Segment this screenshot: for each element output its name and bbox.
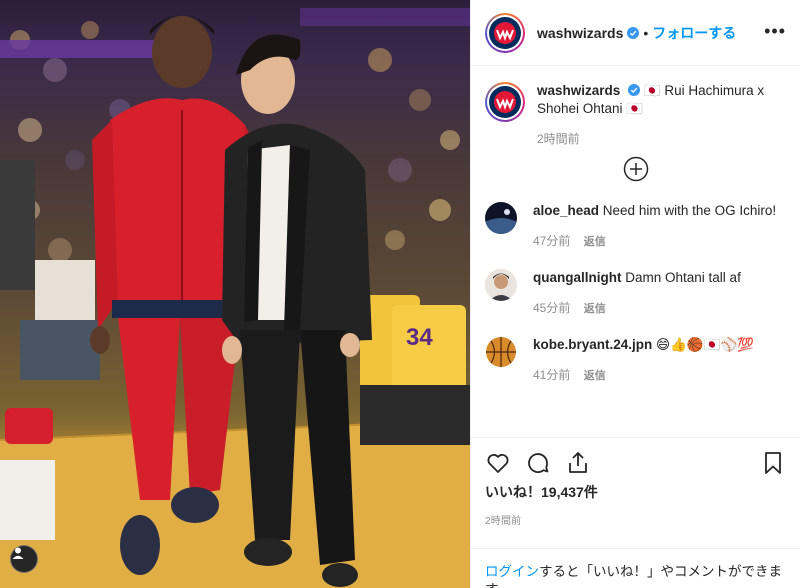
verified-badge-icon	[627, 26, 640, 39]
verified-badge-icon	[628, 84, 641, 96]
photo-illustration: 34	[0, 8, 470, 588]
caption-avatar[interactable]	[485, 82, 525, 122]
comments-list: washwizards 🇯🇵 Rui Hachimura x Shohei Oh…	[471, 66, 800, 437]
wizards-logo-icon	[489, 16, 521, 49]
comment-text: Need him with the OG Ichiro!	[602, 203, 777, 218]
commenter-username[interactable]: aloe_head	[533, 203, 599, 218]
comment-time[interactable]: 47分前	[533, 234, 570, 248]
wizards-logo-icon	[489, 86, 521, 118]
post-sidebar: washwizards • フォローする ••• washwizards 🇯🇵 …	[470, 0, 800, 588]
post-photo[interactable]: 34	[0, 0, 470, 588]
like-heart-icon[interactable]	[485, 450, 511, 476]
header-separator: •	[643, 24, 649, 41]
commenter-avatar[interactable]	[485, 202, 517, 234]
caption: washwizards 🇯🇵 Rui Hachimura x Shohei Oh…	[485, 82, 786, 148]
post-actions: いいね！19,437件 2時間前	[471, 437, 800, 548]
caption-username[interactable]: washwizards	[537, 83, 620, 98]
comment-bubble-icon[interactable]	[525, 450, 551, 476]
reply-button[interactable]: 返信	[584, 236, 606, 248]
share-icon[interactable]	[565, 450, 591, 476]
commenter-avatar[interactable]	[485, 336, 517, 368]
reply-button[interactable]: 返信	[584, 303, 606, 315]
more-options-icon[interactable]: •••	[764, 22, 786, 40]
comment-text: 😄👍🏀🇯🇵⚾💯	[656, 337, 755, 352]
bookmark-icon[interactable]	[760, 450, 786, 476]
commenter-username[interactable]: kobe.bryant.24.jpn	[533, 337, 652, 352]
reply-button[interactable]: 返信	[584, 370, 606, 382]
post-header: washwizards • フォローする •••	[471, 0, 800, 66]
load-more-comments-icon[interactable]	[623, 156, 649, 182]
author-avatar[interactable]	[485, 12, 525, 53]
follow-button[interactable]: フォローする	[652, 23, 736, 43]
login-link[interactable]: ログイン	[485, 564, 539, 579]
comment-time[interactable]: 45分前	[533, 301, 570, 315]
comment-item: aloe_head Need him with the OG Ichiro! 4…	[485, 202, 786, 251]
like-count[interactable]: いいね！19,437件	[485, 482, 786, 502]
comment-text: Damn Ohtani tall af	[625, 270, 741, 285]
comment-item: quangallnight Damn Ohtani tall af 45分前 返…	[485, 269, 786, 318]
commenter-avatar[interactable]	[485, 269, 517, 301]
comment-item: kobe.bryant.24.jpn 😄👍🏀🇯🇵⚾💯 41分前 返信	[485, 336, 786, 385]
login-prompt: ログインすると「いいね！」やコメントができます。	[471, 548, 800, 588]
post-time[interactable]: 2時間前	[485, 512, 786, 527]
tagged-users-button[interactable]	[10, 545, 38, 573]
jersey-number: 34	[406, 324, 433, 351]
commenter-username[interactable]: quangallnight	[533, 270, 622, 285]
user-icon	[12, 547, 24, 559]
caption-time[interactable]: 2時間前	[537, 132, 580, 146]
author-username[interactable]: washwizards	[537, 25, 623, 41]
comment-time[interactable]: 41分前	[533, 368, 570, 382]
